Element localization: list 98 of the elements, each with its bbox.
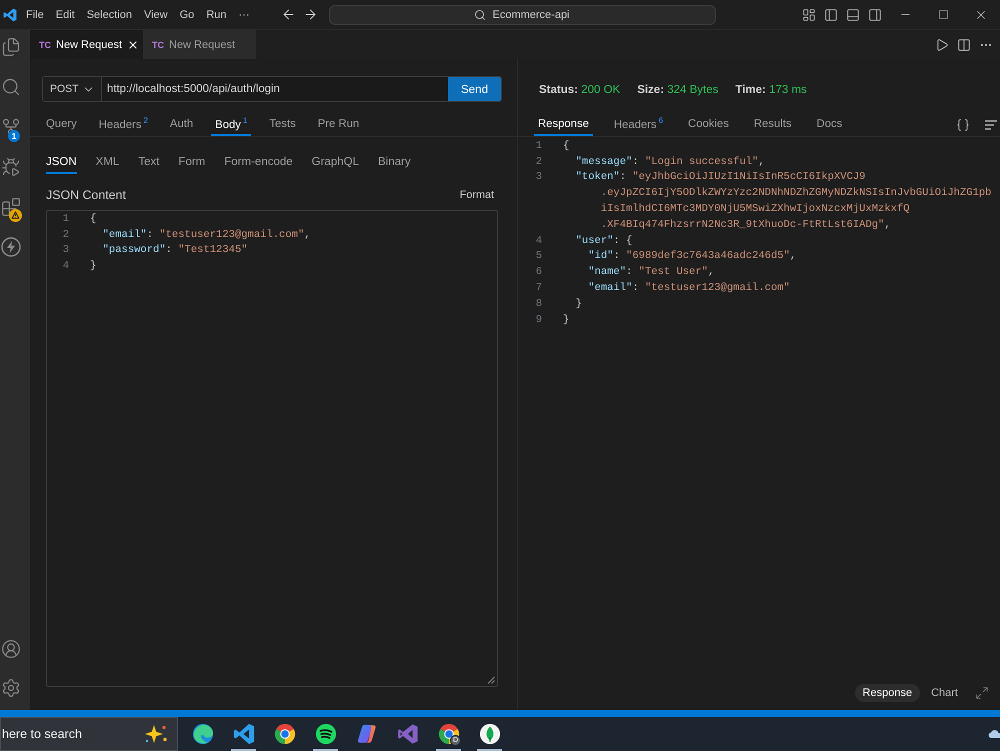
code-editor[interactable]: 1 { 2 "email": "testuser123@gmail.com", 3 "password": "Test12345" 4 } bbox=[46, 210, 498, 687]
body-type-tab[interactable]: JSON bbox=[46, 151, 77, 174]
split-editor-icon[interactable] bbox=[957, 38, 971, 52]
body-type-tab[interactable]: Form-encode bbox=[224, 151, 293, 174]
response-metric: Time: 173 ms bbox=[735, 84, 807, 96]
code-line: "id": "6989def3c7643a46adc246d5", bbox=[588, 250, 796, 262]
code-line: "user": { bbox=[576, 234, 632, 247]
code-line: "email": "testuser123@gmail.com", bbox=[102, 228, 311, 241]
forward-arrow-icon[interactable] bbox=[303, 7, 318, 22]
code-line: } bbox=[576, 298, 582, 310]
line-number: 1 bbox=[536, 140, 542, 152]
line-number: 4 bbox=[536, 234, 542, 247]
line-number: 5 bbox=[536, 250, 542, 262]
body-type-tab[interactable]: GraphQL bbox=[312, 151, 359, 174]
leaf-icon[interactable] bbox=[478, 723, 500, 745]
menu-item[interactable]: Run bbox=[200, 4, 232, 26]
line-number: 4 bbox=[62, 260, 69, 272]
petal-icon[interactable] bbox=[356, 723, 378, 745]
sidebar-left-icon[interactable] bbox=[824, 8, 838, 22]
menu-item[interactable]: Selection bbox=[80, 4, 138, 26]
command-center[interactable]: Ecommerce-api bbox=[328, 4, 716, 24]
close-icon[interactable] bbox=[127, 38, 140, 50]
sparkle-icon[interactable] bbox=[144, 724, 168, 744]
line-number: 1 bbox=[62, 212, 69, 225]
content-label: JSON Content bbox=[46, 188, 126, 202]
swirl-icon[interactable] bbox=[192, 723, 214, 745]
line-number: 7 bbox=[536, 282, 542, 294]
code-line: "name": "Test User", bbox=[588, 266, 714, 278]
response-tab[interactable]: Headers $^{6}$ bbox=[610, 113, 668, 136]
code-ribbon-icon[interactable] bbox=[3, 8, 17, 22]
line-number: 8 bbox=[536, 298, 542, 310]
editor-tab[interactable]: TC New Request bbox=[143, 30, 256, 59]
line-number: 2 bbox=[536, 156, 542, 168]
response-tab[interactable]: Docs bbox=[812, 113, 846, 136]
code-line: "token": "eyJhbGciOiJIUzI1NiIsInR5cCI6IkpXVCJ9 bbox=[576, 171, 866, 184]
settings-icon[interactable] bbox=[1, 678, 21, 698]
view-toggle[interactable]: Response bbox=[854, 684, 920, 702]
view-toggle[interactable]: Chart bbox=[923, 684, 966, 702]
line-number: 3 bbox=[62, 244, 69, 256]
editor-tab[interactable]: TC New Request bbox=[30, 30, 143, 59]
code-line: } bbox=[90, 260, 96, 272]
panel-bottom-icon[interactable] bbox=[846, 8, 860, 22]
menu-item[interactable]: Go bbox=[174, 4, 200, 26]
resize-grip-icon[interactable] bbox=[487, 676, 495, 684]
line-number: 9 bbox=[536, 314, 542, 326]
braces-icon[interactable] bbox=[956, 118, 970, 132]
line-number: 2 bbox=[62, 228, 69, 241]
menu-item[interactable]: File bbox=[20, 4, 50, 26]
run-debug-icon[interactable] bbox=[1, 157, 21, 177]
code-line: } bbox=[563, 314, 570, 326]
request-tab[interactable]: Auth bbox=[166, 113, 198, 136]
tricolor-circle-icon[interactable] bbox=[274, 723, 296, 745]
request-tab[interactable]: Tests bbox=[265, 113, 300, 136]
maximize-icon[interactable] bbox=[938, 9, 948, 20]
search-icon bbox=[474, 8, 486, 20]
source-control-count: 1 bbox=[8, 130, 20, 142]
line-number: 6 bbox=[536, 266, 542, 278]
line-number: 3 bbox=[536, 171, 542, 184]
body-type-tab[interactable]: XML bbox=[96, 151, 120, 174]
extensions-icon[interactable] bbox=[1, 197, 21, 217]
response-tab[interactable]: Response bbox=[534, 113, 593, 136]
body-type-tab[interactable]: Binary bbox=[378, 151, 411, 174]
code-line: { bbox=[90, 212, 96, 225]
response-tab[interactable]: Cookies bbox=[684, 113, 733, 136]
request-tab[interactable]: Headers $^{2}$ bbox=[94, 113, 152, 136]
request-tab[interactable]: Pre Run bbox=[314, 113, 364, 136]
code-line: iIsImlhdCI6MTc3MDY0NjU5MSwiZXhwIjoxNzcxMjUxMzkxfQ bbox=[600, 203, 910, 216]
search-field[interactable]: here to search bbox=[0, 717, 178, 751]
code-line: .XF4BIq474FhzsrrN2Nc3R_9tXhuoDc-FtRtLst6IADg", bbox=[600, 218, 891, 231]
lines-icon[interactable] bbox=[984, 118, 998, 130]
layout-icon[interactable] bbox=[802, 8, 816, 22]
bolt-circle-icon[interactable] bbox=[1, 237, 21, 257]
menu-item[interactable]: ··· bbox=[232, 4, 256, 26]
expand-icon[interactable] bbox=[975, 686, 989, 700]
code-line: "message": "Login successful", bbox=[576, 156, 765, 168]
code-ribbon-icon[interactable] bbox=[232, 723, 254, 745]
cloud-icon[interactable] bbox=[988, 729, 1000, 739]
response-metric: Status: 200 OK bbox=[539, 84, 620, 96]
files-icon[interactable] bbox=[1, 37, 21, 57]
format-button[interactable]: Format bbox=[460, 189, 494, 201]
infinity-ribbon-icon[interactable] bbox=[396, 723, 418, 745]
sidebar-right-icon[interactable] bbox=[868, 8, 882, 22]
account-icon[interactable] bbox=[1, 639, 21, 659]
menu-item[interactable]: Edit bbox=[50, 4, 81, 26]
body-type-tab[interactable]: Form bbox=[178, 151, 206, 174]
code-line: { bbox=[563, 140, 570, 152]
play-icon[interactable] bbox=[935, 38, 949, 52]
request-tab[interactable]: Body $^{1}$ bbox=[211, 113, 252, 136]
body-type-tab[interactable]: Text bbox=[138, 151, 160, 174]
response-metric: Size: 324 Bytes bbox=[637, 84, 718, 96]
code-line: "password": "Test12345" bbox=[102, 244, 248, 256]
search-icon[interactable] bbox=[1, 77, 21, 97]
code-line: "email": "testuser123@gmail.com" bbox=[588, 282, 790, 294]
menu-item[interactable]: View bbox=[138, 4, 174, 26]
response-tab[interactable]: Results bbox=[750, 113, 796, 136]
request-tab[interactable]: Query bbox=[42, 113, 81, 136]
arcs-circle-icon[interactable] bbox=[314, 723, 336, 745]
code-line: .eyJpZCI6IjY5ODlkZWYzYzc2NDNhNDZhZGMyNDZkNSIsInJvbGUiOiJhZG1pb bbox=[600, 187, 992, 200]
